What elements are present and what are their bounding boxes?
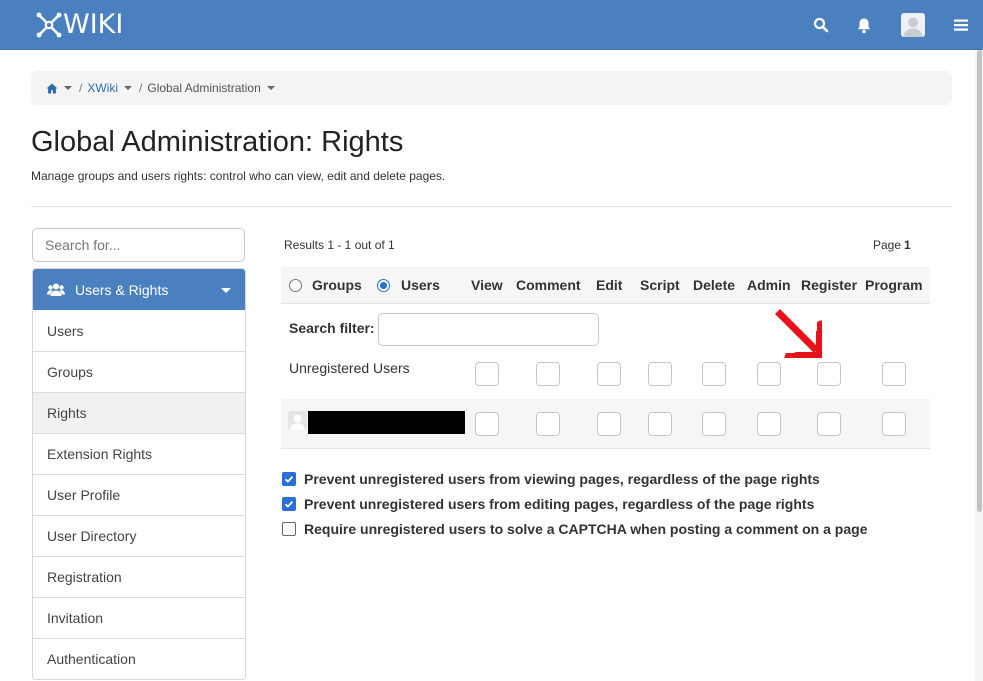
option-require-captcha[interactable]: Require unregistered users to solve a CA…: [282, 521, 867, 537]
rights-table: Groups Users View Comment Edit Script De…: [281, 267, 930, 448]
red-arrow-icon: [775, 309, 822, 358]
breadcrumb: / XWiki / Global Administration: [31, 71, 952, 105]
right-checkbox-view[interactable]: [475, 412, 499, 436]
prevent-view-label: Prevent unregistered users from viewing …: [304, 471, 820, 487]
column-register: Register: [801, 277, 858, 293]
require-captcha-checkbox[interactable]: [282, 522, 296, 536]
right-checkbox-delete[interactable]: [702, 362, 726, 386]
scrollbar-thumb[interactable]: [977, 50, 982, 512]
sidebar-item-user-profile[interactable]: User Profile: [33, 474, 245, 515]
column-view: View: [471, 277, 503, 293]
right-checkbox-register[interactable]: [817, 412, 841, 436]
breadcrumb-separator: /: [79, 81, 83, 95]
avatar[interactable]: [901, 13, 925, 37]
prevent-edit-checkbox[interactable]: [282, 497, 296, 511]
right-checkbox-view[interactable]: [475, 362, 499, 386]
divider: [281, 448, 930, 449]
search-icon[interactable]: [810, 14, 832, 36]
groups-radio[interactable]: [289, 279, 302, 292]
users-label: Users: [401, 277, 440, 293]
right-checkbox-admin[interactable]: [757, 412, 781, 436]
search-filter-input[interactable]: [378, 313, 599, 346]
breadcrumb-home[interactable]: [46, 83, 79, 94]
chevron-down-icon[interactable]: [124, 86, 133, 90]
admin-sidebar: Users & Rights Users Groups Rights Exten…: [32, 268, 246, 680]
bell-icon[interactable]: [853, 14, 875, 36]
right-checkbox-script[interactable]: [648, 412, 672, 436]
page-indicator: Page 1: [873, 238, 911, 252]
page-subtitle: Manage groups and users rights: control …: [31, 169, 446, 183]
page-title: Global Administration: Rights: [31, 126, 404, 158]
users-icon: [47, 283, 65, 296]
table-row: [281, 399, 930, 448]
breadcrumb-xwiki[interactable]: XWiki: [87, 81, 118, 95]
right-checkbox-delete[interactable]: [702, 412, 726, 436]
sidebar-item-user-directory[interactable]: User Directory: [33, 515, 245, 556]
admin-search-input[interactable]: [32, 228, 245, 262]
right-checkbox-edit[interactable]: [597, 362, 621, 386]
xwiki-logo-icon: [36, 12, 62, 38]
column-delete: Delete: [693, 277, 736, 293]
right-checkbox-edit[interactable]: [597, 412, 621, 436]
top-navbar: WIKI: [0, 0, 983, 50]
right-checkbox-script[interactable]: [648, 362, 672, 386]
breadcrumb-separator: /: [139, 81, 143, 95]
page-number: 1: [904, 238, 911, 252]
prevent-view-checkbox[interactable]: [282, 472, 296, 486]
home-icon: [46, 83, 58, 93]
row-label-unregistered-users: Unregistered Users: [289, 360, 410, 376]
column-program: Program: [865, 277, 923, 293]
chevron-down-icon: [221, 288, 231, 293]
search-filter-label: Search filter:: [289, 320, 375, 336]
page-label: Page: [873, 238, 902, 252]
option-prevent-edit[interactable]: Prevent unregistered users from editing …: [282, 496, 814, 512]
results-count: Results 1 - 1 out of 1: [284, 238, 395, 252]
table-row: Unregistered Users: [281, 350, 930, 399]
sidebar-section-label: Users & Rights: [75, 281, 169, 298]
right-checkbox-program[interactable]: [882, 362, 906, 386]
sidebar-item-extension-rights[interactable]: Extension Rights: [33, 433, 245, 474]
column-edit: Edit: [596, 277, 623, 293]
right-checkbox-program[interactable]: [882, 412, 906, 436]
logo-text: WIKI: [63, 9, 124, 40]
sidebar-section-users-rights[interactable]: Users & Rights: [33, 269, 245, 310]
sidebar-item-users[interactable]: Users: [33, 310, 245, 351]
groups-label: Groups: [312, 277, 362, 293]
sidebar-item-registration[interactable]: Registration: [33, 556, 245, 597]
require-captcha-label: Require unregistered users to solve a CA…: [304, 521, 868, 537]
column-script: Script: [640, 277, 680, 293]
breadcrumb-global-administration: Global Administration: [147, 81, 261, 95]
table-header: Groups Users View Comment Edit Script De…: [281, 267, 930, 304]
right-checkbox-comment[interactable]: [536, 362, 560, 386]
sidebar-item-authentication[interactable]: Authentication: [33, 638, 245, 679]
menu-icon[interactable]: [950, 14, 972, 36]
right-checkbox-comment[interactable]: [536, 412, 560, 436]
sidebar-item-invitation[interactable]: Invitation: [33, 597, 245, 638]
xwiki-logo[interactable]: WIKI: [34, 11, 123, 39]
option-prevent-view[interactable]: Prevent unregistered users from viewing …: [282, 471, 820, 487]
sidebar-item-rights[interactable]: Rights: [33, 392, 245, 433]
sidebar-item-groups[interactable]: Groups: [33, 351, 245, 392]
column-admin: Admin: [747, 277, 791, 293]
avatar: [288, 411, 307, 430]
users-radio[interactable]: [377, 279, 390, 292]
prevent-edit-label: Prevent unregistered users from editing …: [304, 496, 815, 512]
column-comment: Comment: [516, 277, 581, 293]
divider: [31, 206, 952, 207]
chevron-down-icon[interactable]: [64, 86, 72, 90]
chevron-down-icon[interactable]: [266, 86, 275, 90]
redacted-user-name: [308, 411, 465, 434]
